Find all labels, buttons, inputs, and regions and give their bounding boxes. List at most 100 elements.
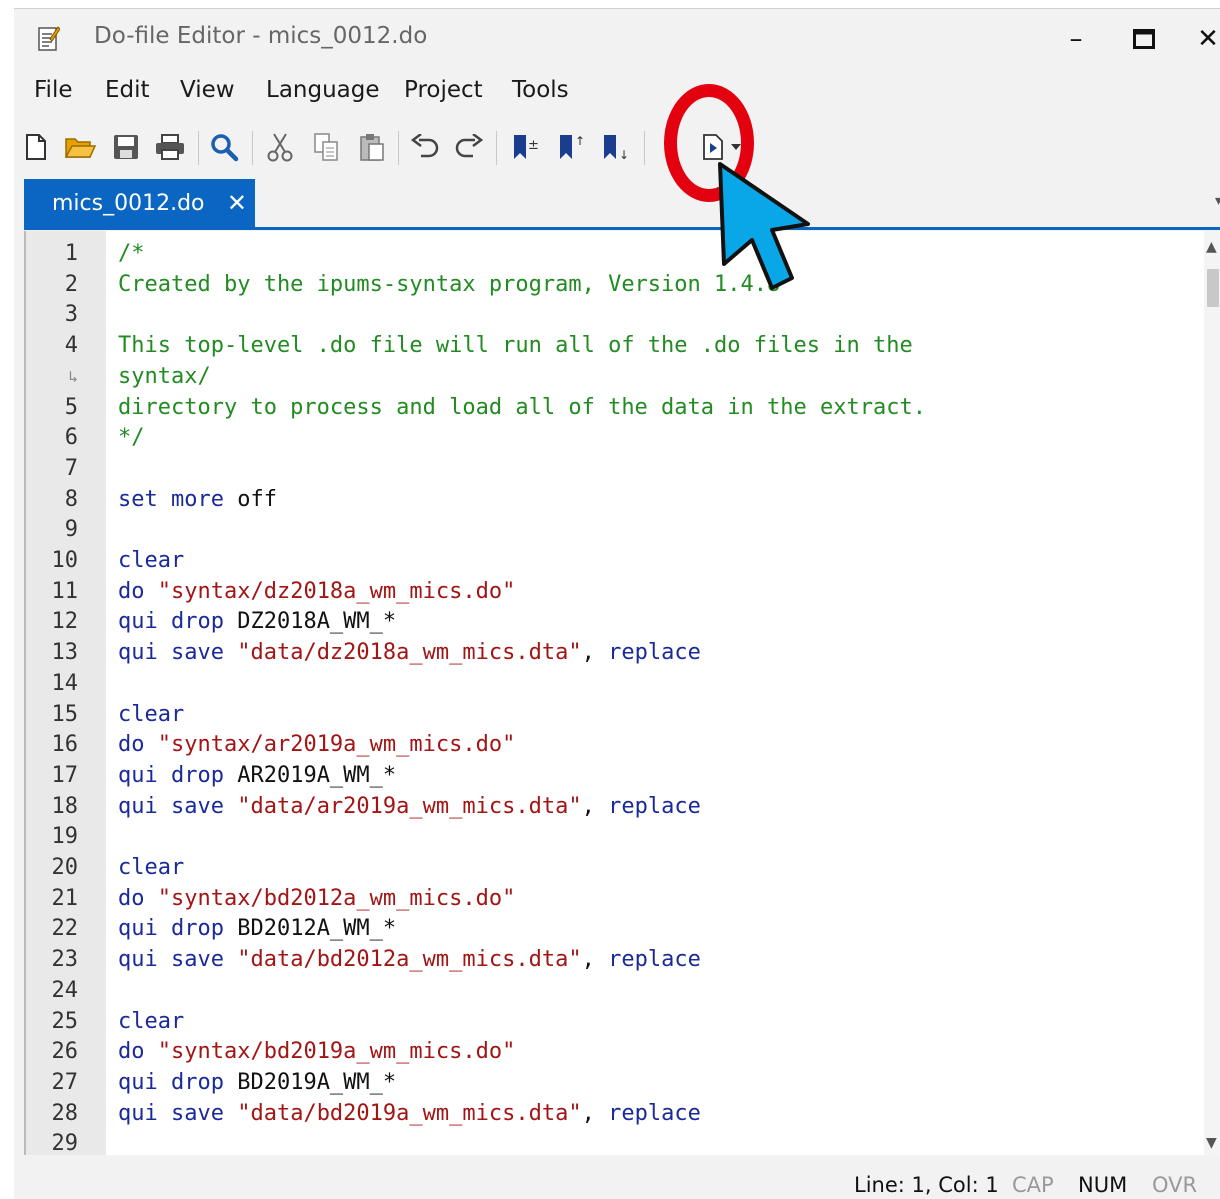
line-number: 2: [64, 271, 78, 297]
code-line[interactable]: do "syntax/bd2019a_wm_mics.do": [118, 1037, 515, 1067]
code-line[interactable]: qui drop AR2019A_WM_*: [118, 761, 396, 791]
window-title: Do-file Editor - mics_0012.do: [94, 23, 428, 49]
code-token: do: [118, 732, 158, 758]
do-file-editor-window: Do-file Editor - mics_0012.do – ✕ File E…: [14, 8, 1220, 1199]
close-window-button[interactable]: ✕: [1180, 17, 1220, 61]
code-token: do: [118, 578, 158, 604]
pointer-arrow-icon: [718, 162, 810, 290]
code-line[interactable]: This top-level .do file will run all of …: [118, 331, 913, 361]
code-token: qui drop: [118, 609, 238, 635]
open-folder-icon: [64, 138, 96, 158]
do-file-editor-icon: [38, 26, 60, 51]
code-line[interactable]: do "syntax/bd2012a_wm_mics.do": [118, 884, 515, 914]
line-number: 15: [51, 701, 79, 727]
code-token: qui drop: [118, 762, 238, 788]
code-line[interactable]: qui save "data/bd2019a_wm_mics.dta", rep…: [118, 1099, 701, 1129]
menu-tools[interactable]: Tools: [512, 77, 569, 103]
scroll-thumb[interactable]: [1207, 269, 1219, 307]
code-editor[interactable]: 1 2 3 4 ↳ 5 6 7 8 9 10 11 12 13 14 15 16 17 18 19 20 21 22 23 24…: [24, 231, 1220, 1155]
code-line[interactable]: set more off: [118, 485, 277, 515]
line-number: 5: [64, 394, 78, 420]
svg-text:±: ±: [528, 138, 539, 153]
minimize-icon: –: [1069, 24, 1083, 54]
redo-button[interactable]: [448, 127, 488, 167]
tab-close-icon[interactable]: ✕: [227, 189, 247, 217]
line-number: 25: [51, 1008, 79, 1034]
code-token: "syntax/dz2018a_wm_mics.do": [157, 578, 516, 604]
menu-project[interactable]: Project: [404, 77, 483, 103]
code-line[interactable]: do "syntax/ar2019a_wm_mics.do": [118, 730, 515, 760]
scroll-down-icon[interactable]: ▼: [1206, 1135, 1217, 1151]
undo-button[interactable]: [406, 127, 446, 167]
menu-bar: File Edit View Language Project Tools: [14, 71, 1220, 111]
minimize-button[interactable]: –: [1048, 17, 1104, 61]
toolbar-separator: [398, 131, 399, 165]
code-line[interactable]: syntax/: [118, 362, 211, 392]
next-bookmark-button[interactable]: ↓: [596, 127, 636, 167]
menu-edit[interactable]: Edit: [105, 77, 150, 103]
print-icon: [156, 134, 184, 160]
code-line[interactable]: qui save "data/bd2012a_wm_mics.dta", rep…: [118, 945, 701, 975]
print-button[interactable]: [150, 127, 190, 167]
toolbar-separator: [496, 131, 497, 165]
cursor-position: Line: 1, Col: 1: [854, 1173, 999, 1197]
code-line[interactable]: clear: [118, 853, 184, 883]
title-bar: Do-file Editor - mics_0012.do – ✕: [14, 9, 1220, 67]
open-button[interactable]: [60, 127, 100, 167]
code-token: "data/bd2012a_wm_mics.dta": [237, 947, 582, 973]
line-number: 4: [64, 333, 78, 359]
toggle-bookmark-button[interactable]: ±: [506, 127, 546, 167]
code-token: do: [118, 885, 158, 911]
code-line[interactable]: Created by the ipums-syntax program, Ver…: [118, 270, 780, 300]
previous-bookmark-icon: ↑: [560, 134, 585, 159]
line-number: 18: [51, 793, 79, 819]
code-token: ,: [581, 1100, 609, 1126]
code-token: Created by the ipums-syntax program, Ver…: [118, 271, 781, 297]
code-line[interactable]: clear: [118, 1007, 184, 1037]
line-number: ↳: [68, 366, 78, 386]
toolbar-separator: [644, 131, 645, 165]
find-button[interactable]: [204, 127, 244, 167]
code-line[interactable]: qui save "data/dz2018a_wm_mics.dta", rep…: [118, 638, 701, 668]
line-number: 23: [51, 947, 79, 973]
menu-file[interactable]: File: [34, 77, 73, 103]
menu-view[interactable]: View: [180, 77, 235, 103]
tab-mics-0012[interactable]: mics_0012.do ✕: [24, 179, 255, 227]
code-token: DZ2018A_WM_*: [237, 609, 397, 635]
line-number: 13: [51, 640, 79, 666]
new-file-button[interactable]: [16, 127, 56, 167]
code-line[interactable]: qui drop BD2012A_WM_*: [118, 914, 396, 944]
paste-button[interactable]: [352, 127, 392, 167]
previous-bookmark-button[interactable]: ↑: [552, 127, 592, 167]
line-number: 22: [51, 916, 79, 942]
vertical-scrollbar[interactable]: ▲ ▼: [1204, 231, 1220, 1155]
code-token: ,: [581, 947, 609, 973]
code-token: "syntax/ar2019a_wm_mics.do": [157, 732, 516, 758]
scroll-up-icon[interactable]: ▲: [1206, 239, 1217, 255]
line-number: 16: [51, 732, 79, 758]
next-bookmark-icon: ↓: [604, 135, 629, 161]
caps-lock-indicator: CAP: [1012, 1173, 1054, 1197]
copy-button[interactable]: [306, 127, 346, 167]
maximize-button[interactable]: [1116, 17, 1172, 61]
code-line[interactable]: clear: [118, 700, 184, 730]
code-line[interactable]: qui drop DZ2018A_WM_*: [118, 607, 396, 637]
save-button[interactable]: [106, 127, 146, 167]
tab-overflow-chevron-icon[interactable]: ▾: [1215, 193, 1220, 209]
code-token: clear: [118, 855, 185, 880]
code-line[interactable]: do "syntax/dz2018a_wm_mics.do": [118, 577, 515, 607]
toolbar-separator: [252, 131, 253, 165]
code-line[interactable]: directory to process and load all of the…: [118, 393, 926, 423]
code-token: ,: [581, 793, 609, 819]
menu-language[interactable]: Language: [266, 77, 380, 103]
cut-button[interactable]: [260, 127, 300, 167]
code-line[interactable]: /*: [118, 239, 145, 269]
code-token: syntax/: [118, 363, 211, 389]
svg-text:↑: ↑: [575, 134, 585, 148]
code-line[interactable]: */: [118, 423, 145, 453]
paste-icon: [360, 134, 384, 161]
code-line[interactable]: clear: [118, 546, 184, 576]
code-token: replace: [608, 1100, 701, 1126]
code-line[interactable]: qui save "data/ar2019a_wm_mics.dta", rep…: [118, 792, 701, 822]
code-line[interactable]: qui drop BD2019A_WM_*: [118, 1068, 396, 1098]
